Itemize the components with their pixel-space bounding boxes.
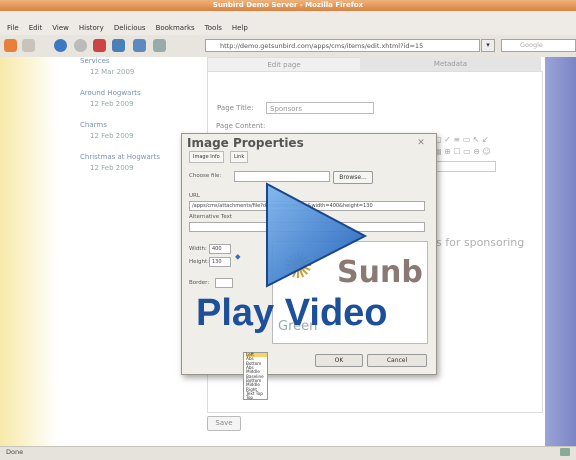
- play-video-label[interactable]: Play Video: [196, 292, 388, 335]
- sidebar-icon[interactable]: [133, 39, 146, 52]
- sidebar-item[interactable]: Services 12 Mar 2009: [80, 57, 195, 76]
- url-label: URL: [189, 193, 200, 199]
- menu-item-tools[interactable]: Tools: [205, 24, 222, 32]
- font-size-select[interactable]: [434, 161, 496, 172]
- menu-item-bookmarks[interactable]: Bookmarks: [156, 24, 195, 32]
- menu-item-file[interactable]: File: [7, 24, 19, 32]
- sidebar-item-date: 12 Feb 2009: [90, 164, 134, 172]
- alt-text-label: Alternative Text: [189, 214, 233, 220]
- window-title: Sunbird Demo Server - Mozilla Firefox: [212, 1, 364, 9]
- border-input[interactable]: [215, 278, 233, 288]
- sidebar-item[interactable]: Around Hogwarts 12 Feb 2009: [80, 89, 195, 108]
- sidebar-item-date: 12 Mar 2009: [90, 68, 135, 76]
- align-option[interactable]: Top: [246, 396, 267, 401]
- menu-item-view[interactable]: View: [52, 24, 69, 32]
- editor-tabs: Edit page Metadata: [207, 57, 541, 73]
- height-input[interactable]: 130: [209, 257, 231, 267]
- lock-ratio-icon[interactable]: ⬥: [235, 252, 241, 262]
- url-input[interactable]: http://demo.getsunbird.com/apps/cms/item…: [205, 39, 480, 52]
- left-margin: [0, 57, 72, 446]
- bookmark-icon[interactable]: [112, 39, 125, 52]
- ok-button[interactable]: OK: [315, 354, 363, 367]
- play-icon[interactable]: [261, 180, 371, 290]
- tab-metadata[interactable]: Metadata: [360, 57, 541, 71]
- save-button[interactable]: Save: [207, 416, 241, 431]
- border-label: Border:: [189, 280, 210, 286]
- menu-item-help[interactable]: Help: [232, 24, 248, 32]
- home-icon[interactable]: [93, 39, 106, 52]
- menu-item-edit[interactable]: Edit: [29, 24, 43, 32]
- sidebar-item-title[interactable]: Services: [80, 57, 195, 65]
- url-dropdown-icon[interactable]: ▾: [481, 39, 495, 52]
- menu-item-delicious[interactable]: Delicious: [114, 24, 146, 32]
- cancel-button[interactable]: Cancel: [367, 354, 427, 367]
- back-icon[interactable]: [4, 39, 17, 52]
- sidebar: Services 12 Mar 2009 Around Hogwarts 12 …: [80, 57, 195, 185]
- sidebar-item-date: 12 Feb 2009: [90, 132, 134, 140]
- status-bar: [0, 446, 576, 460]
- editor-toolbar-icons[interactable]: ▢ ✓ ≡ ▭ ↖ ↙: [434, 135, 489, 144]
- stop-icon[interactable]: [74, 39, 87, 52]
- reload-icon[interactable]: [54, 39, 67, 52]
- editor-toolbar: ▢ ✓ ≡ ▭ ↖ ↙ ▤ ⊕ ☐ ▭ ⊖ ☺: [432, 135, 532, 177]
- editor-toolbar-icons[interactable]: ▤ ⊕ ☐ ▭ ⊖ ☺: [434, 147, 491, 156]
- close-icon[interactable]: ✕: [416, 138, 426, 148]
- title-bar: Sunbird Demo Server - Mozilla Firefox: [0, 0, 576, 11]
- align-dropdown[interactable]: Left Abs Bottom Abs Middle Baseline Bott…: [243, 352, 268, 400]
- page-title-input[interactable]: Sponsors: [266, 102, 374, 114]
- choose-file-label: Choose file:: [189, 173, 222, 179]
- width-input[interactable]: 400: [209, 244, 231, 254]
- forward-icon[interactable]: [22, 39, 35, 52]
- sidebar-item[interactable]: Christmas at Hogwarts 12 Feb 2009: [80, 153, 195, 172]
- dialog-title: Image Properties: [187, 136, 304, 150]
- width-label: Width:: [189, 246, 207, 252]
- search-input[interactable]: Google: [501, 39, 576, 52]
- menu-item-history[interactable]: History: [79, 24, 104, 32]
- page-title-label: Page Title:: [217, 104, 254, 112]
- sidebar-item-date: 12 Feb 2009: [90, 100, 134, 108]
- right-margin: [545, 57, 576, 446]
- print-icon[interactable]: [153, 39, 166, 52]
- page-content-label: Page Content:: [216, 122, 266, 130]
- sidebar-item-title[interactable]: Charms: [80, 121, 195, 129]
- sidebar-item-title[interactable]: Around Hogwarts: [80, 89, 195, 97]
- height-label: Height:: [189, 259, 210, 265]
- status-icon: [560, 448, 570, 456]
- menu-bar: File Edit View History Delicious Bookmarks Too…: [0, 11, 576, 35]
- sidebar-item[interactable]: Charms 12 Feb 2009: [80, 121, 195, 140]
- tab-image-info[interactable]: Image Info: [189, 151, 224, 163]
- tab-link[interactable]: Link: [230, 151, 249, 163]
- status-text: Done: [6, 448, 24, 456]
- sidebar-item-title[interactable]: Christmas at Hogwarts: [80, 153, 195, 161]
- editor-body-text: s for sponsoring: [436, 236, 525, 249]
